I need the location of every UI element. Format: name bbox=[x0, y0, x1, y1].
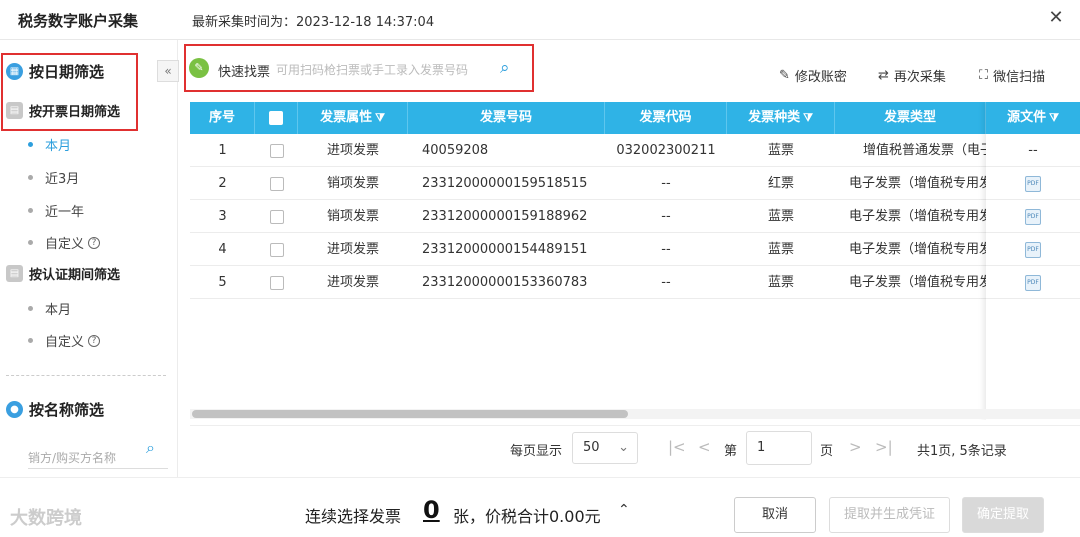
edit-icon: ✎ bbox=[779, 68, 790, 83]
invoice-date-filter-header[interactable]: ▤ 按开票日期筛选 bbox=[6, 101, 120, 120]
col-header-invoice-attr[interactable]: 发票属性 ⧩ bbox=[298, 102, 408, 134]
table-row[interactable]: 1 进项发票 40059208 032002300211 蓝票 增值税普通发票（… bbox=[190, 134, 1080, 167]
name-filter-title: 按名称筛选 bbox=[29, 401, 105, 419]
app-title: 税务数字账户采集 bbox=[18, 12, 139, 30]
row-checkbox[interactable] bbox=[269, 242, 284, 257]
filter-icon[interactable]: ⧩ bbox=[1049, 111, 1059, 124]
filter-icon[interactable]: ⧩ bbox=[375, 111, 385, 124]
total-amount-text: 张，价税合计0.00元 bbox=[453, 507, 601, 526]
date-filter-title: 按日期筛选 bbox=[29, 63, 105, 81]
wechat-scan-button[interactable]: ⛶ 微信扫描 bbox=[979, 66, 1045, 85]
horizontal-scrollbar[interactable] bbox=[190, 409, 1080, 419]
pdf-file-icon[interactable]: PDF bbox=[1025, 274, 1041, 291]
col-header-source-file[interactable]: 源文件 ⧩ bbox=[986, 102, 1080, 134]
page-summary: 共1页, 5条记录 bbox=[917, 444, 1007, 459]
recollect-button[interactable]: ⇄ 再次采集 bbox=[878, 66, 946, 85]
pagination: 每页显示 50 ⌄ |< < 第 1 页 > >| 共1页, 5条记录 bbox=[190, 425, 1080, 469]
user-icon: ● bbox=[6, 401, 23, 418]
pdf-file-icon[interactable]: PDF bbox=[1025, 241, 1041, 258]
invoice-date-option-one-year[interactable]: 近一年 bbox=[28, 201, 84, 220]
invoice-table: 序号 发票属性 ⧩ 发票号码 发票代码 发票种类 ⧩ 发票类型 源文件 ⧩ 1 进项发… bbox=[190, 102, 1080, 420]
filter-icon[interactable]: ⧩ bbox=[803, 111, 813, 124]
per-page-select[interactable]: 50 ⌄ bbox=[572, 432, 638, 464]
continuous-select-label: 连续选择发票 bbox=[305, 507, 402, 526]
row-checkbox[interactable] bbox=[269, 275, 284, 290]
next-page-icon[interactable]: > bbox=[849, 438, 862, 456]
extract-generate-voucher-button[interactable]: 提取并生成凭证 bbox=[829, 497, 950, 533]
document-icon: ▤ bbox=[6, 265, 23, 282]
chevron-down-icon: ⌄ bbox=[618, 440, 629, 455]
chevron-up-icon[interactable]: ⌃ bbox=[618, 502, 630, 518]
row-checkbox[interactable] bbox=[269, 209, 284, 224]
invoice-date-filter-title: 按开票日期筛选 bbox=[29, 105, 121, 120]
quick-find-input[interactable]: 可用扫码枪扫票或手工录入发票号码 bbox=[276, 61, 491, 78]
calendar-icon: ▦ bbox=[6, 63, 23, 80]
bottom-bar: 大数跨境 连续选择发票 0 张，价税合计0.00元 ⌃ 取消 提取并生成凭证 确… bbox=[0, 477, 1080, 537]
page-number-input[interactable]: 1 bbox=[746, 431, 812, 465]
selected-count: 0 bbox=[423, 496, 440, 524]
invoice-date-option-3-months[interactable]: 近3月 bbox=[28, 168, 79, 187]
date-filter-header: ▦ 按日期筛选 bbox=[6, 61, 104, 82]
last-page-icon[interactable]: >| bbox=[875, 438, 893, 456]
document-icon: ▤ bbox=[6, 102, 23, 119]
scan-gun-icon: ✎ bbox=[189, 58, 209, 78]
scan-icon: ⛶ bbox=[979, 68, 989, 83]
help-icon[interactable]: ? bbox=[88, 236, 101, 249]
table-row[interactable]: 5 进项发票 23312000000153360783 -- 蓝票 电子发票（增… bbox=[190, 266, 1080, 299]
cert-period-option-custom[interactable]: 自定义? bbox=[28, 331, 101, 350]
cert-period-option-this-month[interactable]: 本月 bbox=[28, 299, 71, 318]
help-icon[interactable]: ? bbox=[88, 334, 101, 347]
per-page-label: 每页显示 bbox=[510, 444, 563, 459]
col-header-invoice-kind[interactable]: 发票种类 ⧩ bbox=[727, 102, 835, 134]
page-suffix: 页 bbox=[820, 444, 834, 459]
cert-period-filter-header[interactable]: ▤ 按认证期间筛选 bbox=[6, 264, 120, 283]
search-icon[interactable]: ⌕ bbox=[500, 58, 510, 78]
close-icon[interactable]: ✕ bbox=[1046, 8, 1066, 28]
confirm-extract-button[interactable]: 确定提取 bbox=[962, 497, 1044, 533]
table-row[interactable]: 2 销项发票 23312000000159518515 -- 红票 电子发票（增… bbox=[190, 167, 1080, 200]
col-header-select-all[interactable] bbox=[255, 102, 298, 134]
cert-period-filter-title: 按认证期间筛选 bbox=[29, 268, 121, 283]
cancel-button[interactable]: 取消 bbox=[734, 497, 816, 533]
collapse-sidebar-button[interactable]: « bbox=[157, 60, 179, 82]
table-row[interactable]: 3 销项发票 23312000000159188962 -- 蓝票 电子发票（增… bbox=[190, 200, 1080, 233]
scrollbar-thumb[interactable] bbox=[192, 410, 628, 418]
title-bar: 税务数字账户采集 最新采集时间为：2023-12-18 14:37:04 ✕ bbox=[0, 0, 1080, 40]
table-row[interactable]: 4 进项发票 23312000000154489151 -- 蓝票 电子发票（增… bbox=[190, 233, 1080, 266]
name-filter-header: ● 按名称筛选 bbox=[6, 399, 104, 420]
col-header-invoice-code: 发票代码 bbox=[605, 102, 727, 134]
invoice-date-option-custom[interactable]: 自定义? bbox=[28, 233, 101, 252]
row-checkbox[interactable] bbox=[269, 176, 284, 191]
prev-page-icon[interactable]: < bbox=[698, 438, 711, 456]
select-all-checkbox[interactable] bbox=[269, 110, 283, 125]
row-checkbox[interactable] bbox=[269, 143, 284, 158]
last-collect-time: 最新采集时间为：2023-12-18 14:37:04 bbox=[192, 15, 435, 30]
invoice-date-option-this-month[interactable]: 本月 bbox=[28, 135, 71, 154]
col-header-invoice-type: 发票类型 bbox=[835, 102, 986, 134]
watermark: 大数跨境 bbox=[10, 508, 82, 529]
page-prefix: 第 bbox=[724, 444, 738, 459]
col-header-index: 序号 bbox=[190, 102, 255, 134]
sidebar-divider bbox=[6, 375, 166, 376]
table-header: 序号 发票属性 ⧩ 发票号码 发票代码 发票种类 ⧩ 发票类型 源文件 ⧩ bbox=[190, 102, 1080, 134]
modify-account-button[interactable]: ✎ 修改账密 bbox=[779, 66, 847, 85]
quick-find-label: 快速找票 bbox=[218, 65, 271, 80]
filter-sidebar: « ▦ 按日期筛选 ▤ 按开票日期筛选 本月 近3月 近一年 自定义? ▤ 按认… bbox=[0, 40, 179, 477]
search-icon[interactable]: ⌕ bbox=[146, 438, 155, 458]
pdf-file-icon[interactable]: PDF bbox=[1025, 175, 1041, 192]
pdf-file-icon[interactable]: PDF bbox=[1025, 208, 1041, 225]
first-page-icon[interactable]: |< bbox=[668, 438, 686, 456]
refresh-icon: ⇄ bbox=[878, 68, 889, 83]
col-header-invoice-number: 发票号码 bbox=[408, 102, 605, 134]
